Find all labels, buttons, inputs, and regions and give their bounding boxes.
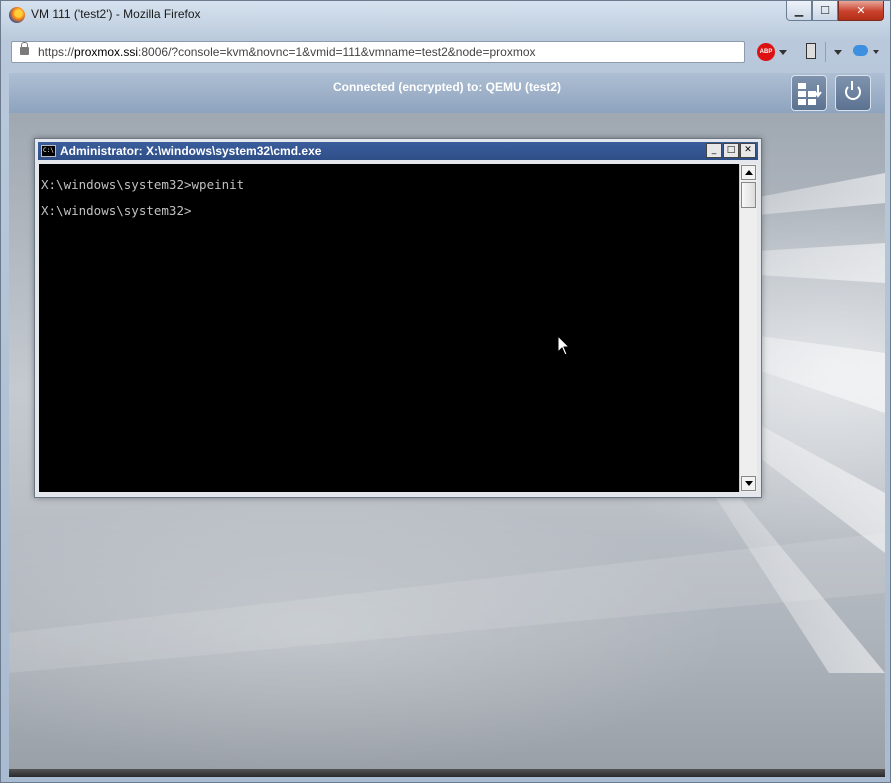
browser-window: VM 111 ('test2') - Mozilla Firefox ▁ ☐ ✕…: [0, 0, 891, 783]
toolbar-separator: [825, 42, 826, 62]
window-titlebar[interactable]: VM 111 ('test2') - Mozilla Firefox ▁ ☐ ✕: [1, 1, 890, 31]
url-text[interactable]: https://proxmox.ssi:8006/?console=kvm&no…: [38, 45, 536, 59]
cloud-icon[interactable]: [853, 45, 868, 56]
arrow-down-icon: [745, 481, 753, 486]
cmd-line: X:\windows\system32>: [41, 203, 192, 218]
url-host: proxmox.ssi: [74, 45, 139, 59]
console-header: Connected (encrypted) to: QEMU (test2): [9, 73, 885, 113]
url-bar[interactable]: https://proxmox.ssi:8006/?console=kvm&no…: [11, 41, 745, 63]
cmd-close-button[interactable]: ✕: [740, 143, 756, 158]
maximize-icon: ☐: [820, 4, 830, 17]
cmd-titlebar[interactable]: C:\ Administrator: X:\windows\system32\c…: [38, 142, 758, 160]
cmd-minimize-button[interactable]: _: [706, 143, 722, 158]
send-keys-button[interactable]: [791, 75, 827, 111]
power-icon: [845, 81, 861, 100]
menu-dropdown-arrow-icon[interactable]: [834, 50, 842, 55]
url-rest: :8006/?console=kvm&novnc=1&vmid=111&vmna…: [138, 45, 536, 59]
cmd-maximize-button[interactable]: □: [723, 143, 739, 158]
firefox-icon: [9, 7, 25, 23]
lock-icon[interactable]: [20, 42, 29, 55]
scroll-thumb[interactable]: [741, 182, 756, 208]
navigation-toolbar: https://proxmox.ssi:8006/?console=kvm&no…: [9, 39, 885, 67]
cmd-scrollbar[interactable]: [739, 164, 757, 492]
url-prefix: https://: [38, 45, 75, 59]
cloud-dropdown-arrow-icon[interactable]: [873, 50, 879, 54]
power-button[interactable]: [835, 75, 871, 111]
maximize-button[interactable]: ☐: [812, 1, 838, 21]
minimize-button[interactable]: ▁: [786, 1, 812, 21]
close-icon: ✕: [856, 4, 866, 17]
connection-status: Connected (encrypted) to: QEMU (test2): [332, 80, 561, 94]
scroll-up-button[interactable]: [741, 165, 756, 180]
console-bottom-bar: [9, 769, 885, 777]
window-title: VM 111 ('test2') - Mozilla Firefox: [31, 7, 201, 21]
cmd-window-controls: _ □ ✕: [706, 143, 756, 158]
window-controls: ▁ ☐ ✕: [786, 1, 884, 21]
adblock-dropdown-arrow-icon[interactable]: [779, 50, 787, 55]
cmd-output[interactable]: X:\windows\system32>wpeinit X:\windows\s…: [39, 164, 739, 492]
scroll-down-button[interactable]: [741, 476, 756, 491]
vnc-console[interactable]: Connected (encrypted) to: QEMU (test2) C…: [9, 73, 885, 777]
cmd-window[interactable]: C:\ Administrator: X:\windows\system32\c…: [34, 138, 762, 498]
close-button[interactable]: ✕: [838, 1, 884, 21]
cmd-title: Administrator: X:\windows\system32\cmd.e…: [60, 144, 322, 158]
arrow-up-icon: [745, 170, 753, 175]
cmd-icon[interactable]: C:\: [41, 145, 56, 157]
mouse-cursor-icon: [557, 335, 571, 356]
adblock-icon[interactable]: ABP: [757, 43, 775, 61]
send-keys-icon: [798, 83, 822, 105]
minimize-icon: ▁: [794, 4, 804, 17]
clipboard-icon[interactable]: [806, 43, 816, 59]
cmd-line: X:\windows\system32>wpeinit: [41, 177, 245, 192]
